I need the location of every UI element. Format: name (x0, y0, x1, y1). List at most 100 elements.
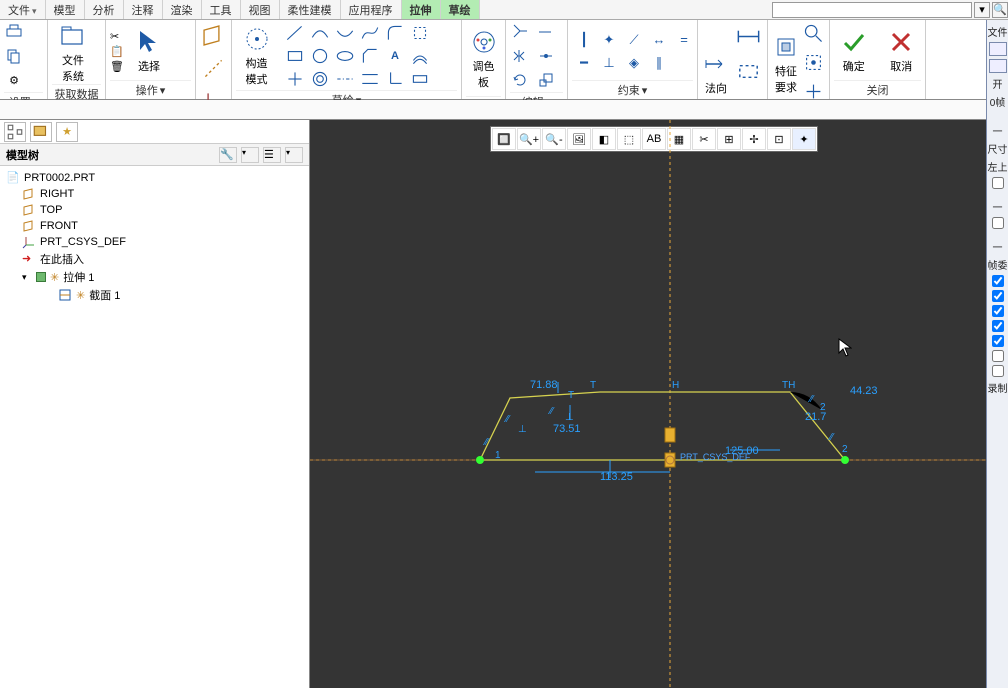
side-chk5[interactable] (992, 305, 1004, 317)
dim-linear-icon[interactable] (734, 22, 763, 54)
ellipse-icon[interactable] (333, 45, 357, 67)
side-chk6[interactable] (992, 320, 1004, 332)
fillet-icon[interactable] (383, 22, 407, 44)
point-icon[interactable] (283, 68, 307, 90)
search-go-icon[interactable]: 🔍 (992, 2, 1008, 18)
side-chk9[interactable] (992, 365, 1004, 377)
project-icon[interactable] (358, 68, 382, 90)
dim-113[interactable]: 113.25 (600, 471, 633, 483)
divide-icon[interactable] (536, 46, 556, 66)
vertical-constr-icon[interactable]: ┃ (572, 29, 596, 51)
menu-model[interactable]: 模型 (46, 0, 85, 19)
tree-tool1[interactable]: 🔧 (219, 147, 237, 163)
palette-button[interactable]: 调色 板 (466, 28, 501, 90)
cut-icon[interactable]: ✂ (110, 30, 124, 43)
direction-button[interactable]: 法向 (702, 50, 730, 96)
side-btn2[interactable] (989, 59, 1007, 73)
circle-icon[interactable] (308, 45, 332, 67)
tangent-constr-icon[interactable]: ⟋ (622, 29, 646, 51)
side-chk4[interactable] (992, 290, 1004, 302)
tree-right[interactable]: RIGHT (4, 186, 305, 202)
filesystem-button[interactable]: 文件 系统 (52, 22, 94, 84)
csys-icon[interactable] (383, 68, 407, 90)
copy-icon[interactable] (4, 46, 24, 66)
side-chk1[interactable] (992, 177, 1004, 189)
menu-file[interactable]: 文件▾ (0, 0, 46, 19)
tree-tool2-dd[interactable]: ▾ (285, 147, 303, 163)
centerline-icon[interactable] (333, 68, 357, 90)
dim-21[interactable]: 21.7 (805, 411, 826, 423)
model-tree[interactable]: 📄PRT0002.PRT RIGHT TOP FRONT PRT_CSYS_DE… (0, 166, 309, 688)
midpoint-constr-icon[interactable]: ◈ (622, 52, 646, 74)
delete-icon[interactable]: 🗑 (110, 60, 124, 73)
extend-icon[interactable] (536, 22, 556, 42)
paste-icon[interactable]: 📋 (110, 45, 124, 58)
dim-71[interactable]: 71.88 (530, 379, 558, 391)
datum-plane-icon[interactable] (200, 22, 227, 52)
menu-annot[interactable]: 注释 (124, 0, 163, 19)
sym-constr-icon[interactable]: ↔ (647, 29, 671, 51)
inspect1-icon[interactable] (802, 22, 825, 48)
dim-44[interactable]: 44.23 (850, 385, 878, 397)
side-btn1[interactable] (989, 42, 1007, 56)
feature-req-button[interactable]: 特征 要求 (772, 33, 800, 95)
chamfer-icon[interactable] (358, 45, 382, 67)
scale-icon[interactable] (536, 70, 556, 90)
tree-front[interactable]: FRONT (4, 218, 305, 234)
mirror-icon[interactable] (510, 46, 530, 66)
ref-icon[interactable] (408, 22, 432, 44)
arc-icon[interactable] (308, 22, 332, 44)
gear-icon[interactable]: ⚙ (4, 70, 24, 90)
construct-mode-button[interactable]: 构造 模式 (236, 25, 277, 87)
datum-axis-icon[interactable] (200, 55, 227, 85)
ok-button[interactable]: 确定 (834, 28, 874, 74)
dim-73[interactable]: 73.51 (553, 423, 581, 435)
parallel-constr-icon[interactable]: ∥ (647, 52, 671, 74)
trim-icon[interactable] (510, 22, 530, 42)
dim-ref-icon[interactable] (734, 57, 763, 89)
tree-tab3[interactable]: ★ (56, 122, 78, 142)
menu-tools[interactable]: 工具 (202, 0, 241, 19)
cancel-button[interactable]: 取消 (882, 28, 922, 74)
perp-constr-icon[interactable]: ⊥ (597, 52, 621, 74)
menu-flex[interactable]: 柔性建模 (280, 0, 341, 19)
tree-tool2[interactable]: ☰ (263, 147, 281, 163)
side-chk8[interactable] (992, 350, 1004, 362)
tree-extrude[interactable]: ▾✳拉伸 1 (4, 268, 305, 286)
inspect2-icon[interactable] (802, 51, 825, 77)
line-icon[interactable] (283, 22, 307, 44)
menu-render[interactable]: 渲染 (163, 0, 202, 19)
viewport[interactable]: 🔲 🔍+ 🔍- 🖼 ◧ ⬚ AB ▦ ✂ ⊞ ✢ ⊡ ✦ (310, 120, 986, 688)
select-arrow-button[interactable]: 选择 (128, 28, 170, 74)
menu-view[interactable]: 视图 (241, 0, 280, 19)
arc3pt-icon[interactable] (333, 22, 357, 44)
tree-tab2[interactable] (30, 122, 52, 142)
tree-root[interactable]: 📄PRT0002.PRT (4, 170, 305, 186)
menu-sketch[interactable]: 草绘 (441, 0, 480, 19)
tree-csys[interactable]: PRT_CSYS_DEF (4, 234, 305, 250)
tree-tab1[interactable] (4, 122, 26, 142)
spline-icon[interactable] (358, 22, 382, 44)
tree-insert[interactable]: ➜在此插入 (4, 250, 305, 268)
menu-extrude[interactable]: 拉伸 (402, 0, 441, 19)
offset-icon[interactable] (408, 45, 432, 67)
tree-section[interactable]: ✳截面 1 (4, 286, 305, 304)
print-icon[interactable] (4, 22, 24, 42)
search-dropdown[interactable]: ▾ (974, 2, 990, 18)
horizontal-constr-icon[interactable]: ━ (572, 52, 596, 74)
side-chk2[interactable] (992, 217, 1004, 229)
side-chk3[interactable] (992, 275, 1004, 287)
thicken-icon[interactable] (408, 68, 432, 90)
tree-tool1-dd[interactable]: ▾ (241, 147, 259, 163)
coincident-constr-icon[interactable]: ✦ (597, 29, 621, 51)
side-chk7[interactable] (992, 335, 1004, 347)
search-input[interactable] (772, 2, 972, 18)
menu-analy[interactable]: 分析 (85, 0, 124, 19)
equal-constr-icon[interactable]: = (672, 29, 696, 51)
concentric-icon[interactable] (308, 68, 332, 90)
tree-top[interactable]: TOP (4, 202, 305, 218)
menu-app[interactable]: 应用程序 (341, 0, 402, 19)
rect-icon[interactable] (283, 45, 307, 67)
rotate-icon[interactable] (510, 70, 530, 90)
text-icon[interactable]: A (383, 45, 407, 67)
